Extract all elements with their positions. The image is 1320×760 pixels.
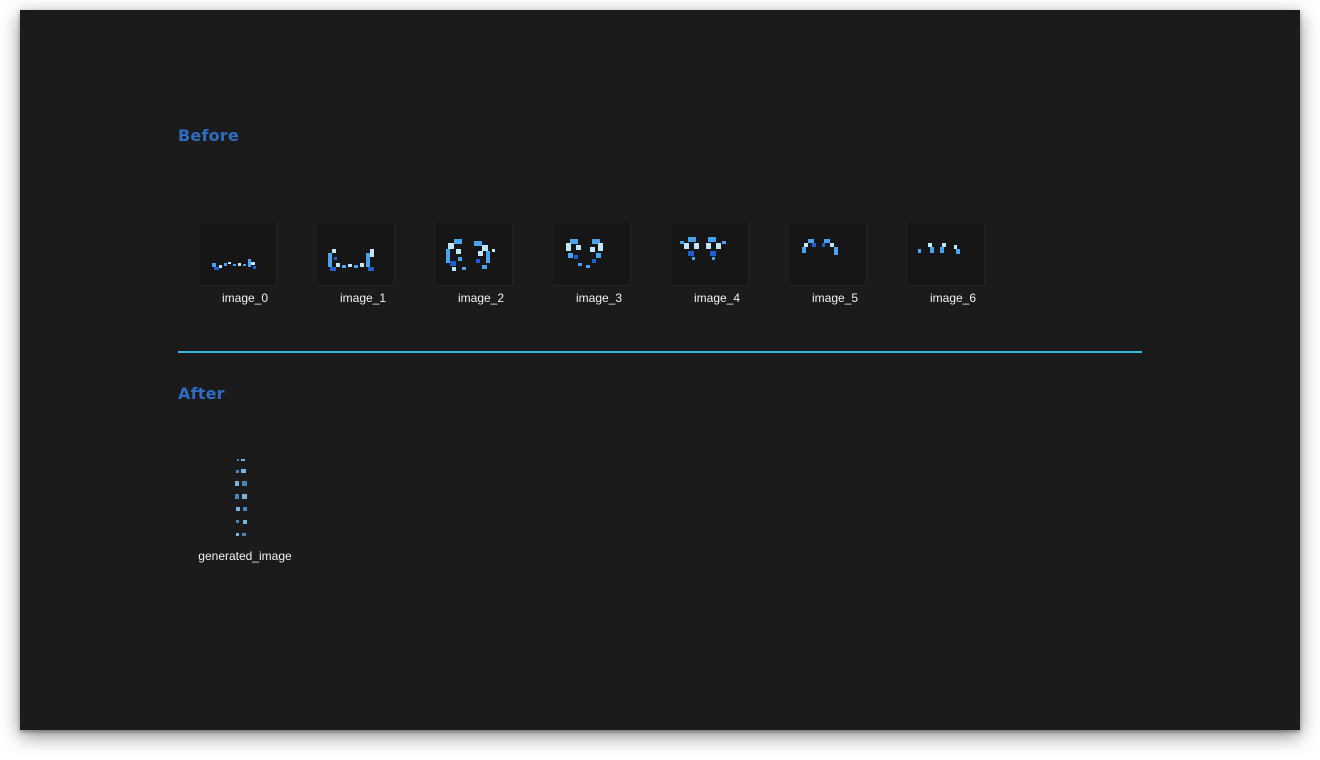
sprite-frame-0 [212, 259, 256, 270]
thumbnail-frame [200, 223, 277, 286]
thumbnail-label: image_3 [575, 291, 623, 305]
thumbnail-label: image_6 [929, 291, 977, 305]
thumbnail-label: image_5 [811, 291, 859, 305]
after-heading: After [178, 384, 225, 403]
thumbnail-frame [790, 223, 867, 286]
sprite-frame-4 [680, 237, 726, 260]
thumbnail-frame [318, 223, 395, 286]
sprite-frame-6 [918, 243, 960, 254]
thumbnail-frame [554, 223, 631, 286]
sprite-frame-1 [328, 249, 374, 271]
sprite-frame-3 [566, 239, 603, 268]
thumbnail-label: image_1 [339, 291, 387, 305]
thumbnail-frame [672, 223, 749, 286]
thumbnail-label: image_2 [457, 291, 505, 305]
thumbnail-frame [908, 223, 985, 286]
sprite-frame-5 [802, 239, 838, 255]
thumbnail-label: image_4 [693, 291, 741, 305]
generated-image-label: generated_image [198, 549, 292, 563]
sprite-frame-2 [446, 239, 495, 271]
viewer-window: Before image_0 image_1 image_2 image_3 i… [20, 10, 1300, 730]
thumbnail-label: image_0 [221, 291, 269, 305]
generated-sprite-strip [235, 459, 247, 536]
thumbnail-frame [436, 223, 513, 286]
before-heading: Before [178, 126, 239, 145]
section-divider [178, 351, 1142, 353]
